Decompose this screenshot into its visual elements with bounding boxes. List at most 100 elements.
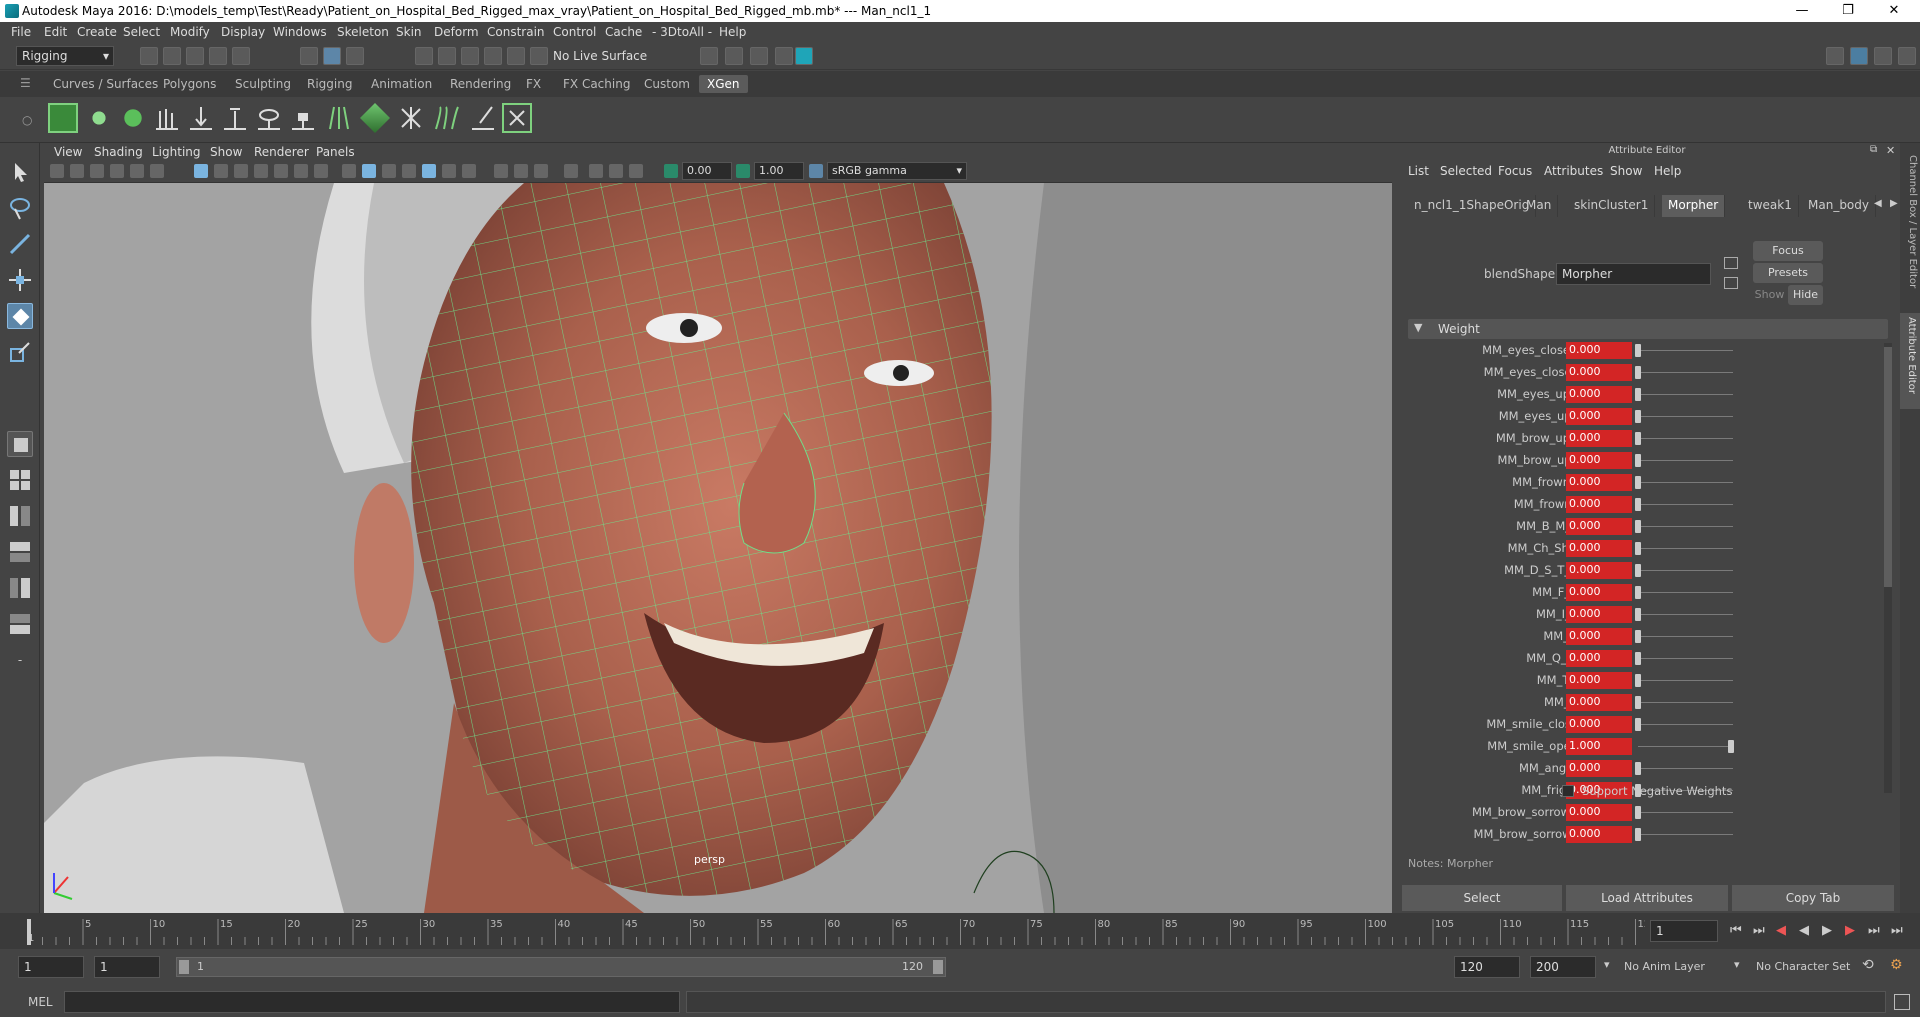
- range-slider[interactable]: 1 120: [176, 957, 946, 977]
- attr-menu-attributes[interactable]: Attributes: [1544, 164, 1603, 178]
- attr-menu-show[interactable]: Show: [1610, 164, 1642, 178]
- rotate-tool-icon[interactable]: [7, 303, 33, 329]
- viewport-menu-renderer[interactable]: Renderer: [254, 145, 309, 159]
- float-panel-icon[interactable]: ⧉: [1870, 144, 1877, 155]
- script-editor-icon[interactable]: [1894, 994, 1910, 1010]
- tab-scroll-left-icon[interactable]: ◀: [1874, 198, 1882, 209]
- animation-end-field[interactable]: 200: [1530, 956, 1596, 978]
- viewport-menu-shading[interactable]: Shading: [94, 145, 143, 159]
- attr-menu-focus[interactable]: Focus: [1498, 164, 1532, 178]
- attribute-editor-toggle-icon[interactable]: [1850, 47, 1868, 65]
- weight-slider-thumb[interactable]: [1635, 674, 1641, 687]
- menu-display[interactable]: Display: [221, 25, 265, 39]
- attr-menu-help[interactable]: Help: [1654, 164, 1681, 178]
- weight-slider-thumb[interactable]: [1635, 388, 1641, 401]
- menu-windows[interactable]: Windows: [273, 25, 327, 39]
- weight-slider-thumb[interactable]: [1635, 498, 1641, 511]
- time-ruler[interactable]: 5 10 15 20 25 30 35 40 45 50 55 60 65 70 75 80 85 90 95 100…: [25, 913, 1645, 949]
- weight-slider-track[interactable]: [1638, 680, 1733, 681]
- xray-icon[interactable]: [589, 164, 603, 178]
- viewport-menu-view[interactable]: View: [54, 145, 82, 159]
- shelf-tab-polygons[interactable]: Polygons: [155, 75, 224, 93]
- screen-space-ao-icon[interactable]: [462, 164, 476, 178]
- maximize-button[interactable]: ❐: [1828, 2, 1868, 20]
- script-editor-layout-icon[interactable]: [7, 611, 33, 637]
- weight-slider-track[interactable]: [1638, 460, 1733, 461]
- animation-start-field[interactable]: 1: [18, 956, 84, 978]
- xgen-create-description-icon[interactable]: [118, 103, 148, 133]
- chevron-down-icon[interactable]: ▾: [1734, 958, 1740, 971]
- scale-tool-icon[interactable]: [7, 339, 33, 365]
- weight-slider-thumb[interactable]: [1635, 520, 1641, 533]
- xgen-sculpt-icon[interactable]: [360, 103, 390, 133]
- viewport-menu-panels[interactable]: Panels: [316, 145, 355, 159]
- node-tab-tweak[interactable]: tweak1: [1742, 195, 1799, 217]
- weight-slider-track[interactable]: [1638, 724, 1733, 725]
- weight-slider-thumb[interactable]: [1635, 454, 1641, 467]
- weight-slider-thumb[interactable]: [1635, 366, 1641, 379]
- node-tab-man-body[interactable]: Man_body: [1802, 195, 1876, 217]
- attr-menu-list[interactable]: List: [1408, 164, 1429, 178]
- exposure-icon[interactable]: [664, 164, 678, 178]
- weight-value-field[interactable]: 0.000: [1566, 518, 1632, 535]
- weight-slider-thumb[interactable]: [1635, 630, 1641, 643]
- weight-slider-thumb[interactable]: [1635, 806, 1641, 819]
- snap-view-icon[interactable]: [484, 47, 502, 65]
- weight-slider-thumb[interactable]: [1635, 542, 1641, 555]
- play-forwards-icon[interactable]: ▶: [1822, 923, 1832, 938]
- weight-slider-track[interactable]: [1638, 614, 1733, 615]
- shelf-tab-xgen[interactable]: XGen: [699, 75, 748, 93]
- shelf-tab-rigging[interactable]: Rigging: [299, 75, 360, 93]
- shelf-tab-sculpting[interactable]: Sculpting: [227, 75, 299, 93]
- render-settings-icon[interactable]: [700, 47, 718, 65]
- command-input[interactable]: [64, 991, 680, 1013]
- xgen-guide-add-icon[interactable]: [220, 103, 250, 133]
- weight-slider-track[interactable]: [1638, 548, 1733, 549]
- paint-select-tool-icon[interactable]: [7, 231, 33, 257]
- graph-editor-layout-icon[interactable]: [7, 539, 33, 565]
- grid-icon[interactable]: [194, 164, 208, 178]
- node-tab-man[interactable]: Man: [1520, 195, 1559, 217]
- xray-joints-icon[interactable]: [609, 164, 623, 178]
- weight-value-field[interactable]: 0.000: [1566, 540, 1632, 557]
- xgen-guide-lock-icon[interactable]: [288, 103, 318, 133]
- menu-skeleton[interactable]: Skeleton: [337, 25, 389, 39]
- render-view-icon[interactable]: [775, 47, 793, 65]
- weight-slider-thumb[interactable]: [1635, 762, 1641, 775]
- use-all-lights-icon[interactable]: [422, 164, 436, 178]
- select-component-icon[interactable]: [346, 47, 364, 65]
- weight-slider-thumb[interactable]: [1635, 410, 1641, 423]
- weight-slider-track[interactable]: [1638, 372, 1733, 373]
- step-back-frame-icon[interactable]: ◀: [1776, 923, 1786, 938]
- support-negative-checkbox[interactable]: [1562, 785, 1574, 797]
- isolate-select-icon[interactable]: [564, 164, 578, 178]
- auto-key-icon[interactable]: ⟲: [1862, 957, 1874, 973]
- character-set-dropdown[interactable]: No Character Set: [1750, 957, 1870, 977]
- anim-layer-dropdown[interactable]: No Anim Layer: [1618, 957, 1738, 977]
- single-perspective-layout-icon[interactable]: [7, 431, 33, 457]
- tab-scroll-right-icon[interactable]: ▶: [1890, 198, 1898, 209]
- viewport-menu-show[interactable]: Show: [210, 145, 242, 159]
- weight-slider-track[interactable]: [1638, 746, 1733, 747]
- xgen-delete-guide-icon[interactable]: [502, 103, 532, 133]
- field-chart-icon[interactable]: [274, 164, 288, 178]
- camera-attributes-icon[interactable]: [70, 164, 84, 178]
- weight-value-field[interactable]: 0.000: [1566, 364, 1632, 381]
- go-to-output-icon[interactable]: [1724, 277, 1738, 289]
- current-frame-field[interactable]: 1: [1650, 920, 1718, 942]
- weight-value-field[interactable]: 0.000: [1566, 804, 1632, 821]
- gate-mask-icon[interactable]: [254, 164, 268, 178]
- xgen-groom-icon[interactable]: [396, 103, 426, 133]
- close-button[interactable]: ✕: [1874, 2, 1914, 20]
- weight-slider-track[interactable]: [1638, 394, 1733, 395]
- shelf-options-icon[interactable]: ○: [22, 113, 32, 127]
- snap-surface-icon[interactable]: [507, 47, 525, 65]
- attr-menu-selected[interactable]: Selected: [1440, 164, 1492, 178]
- color-management-icon[interactable]: [809, 164, 823, 178]
- bookmark-icon[interactable]: [90, 164, 104, 178]
- weight-slider-track[interactable]: [1638, 768, 1733, 769]
- weight-slider-thumb[interactable]: [1635, 564, 1641, 577]
- weight-slider-track[interactable]: [1638, 416, 1733, 417]
- chevron-down-icon[interactable]: ▾: [1604, 958, 1610, 971]
- xgen-guide-down-icon[interactable]: [186, 103, 216, 133]
